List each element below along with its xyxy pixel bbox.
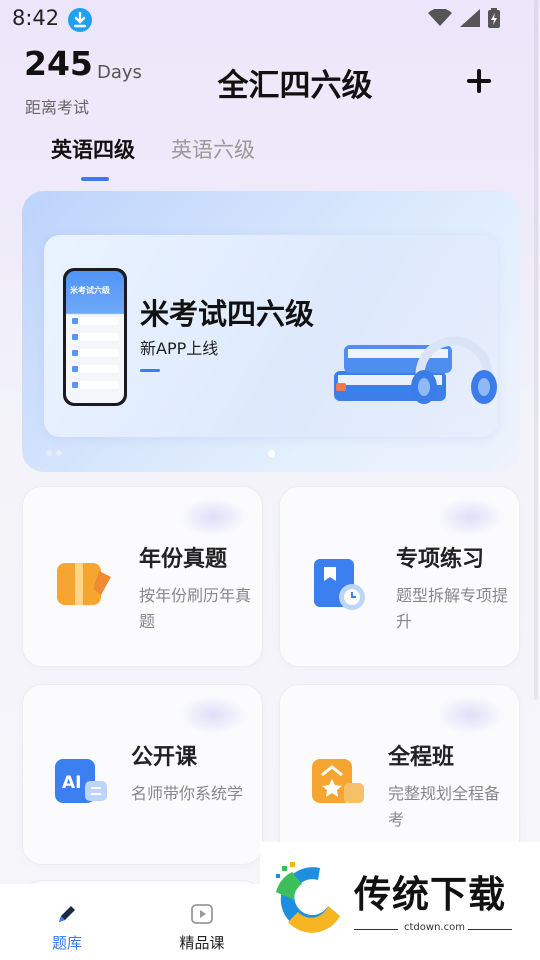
watermark: 传统下载 ctdown.com	[260, 842, 540, 940]
tab-indicator	[81, 177, 109, 181]
tab-cet6[interactable]: 英语六级	[171, 134, 255, 164]
card-full-course[interactable]: 全程班 完整规划全程备考	[279, 684, 520, 865]
countdown-label: 距离考试	[25, 98, 90, 117]
watermark-text: 传统下载	[354, 873, 506, 916]
card-desc: 完整规划全程备考	[388, 784, 501, 829]
battery-icon	[488, 8, 500, 28]
pencil-icon	[59, 906, 75, 922]
carousel-dot	[46, 450, 52, 456]
carousel-dot-active[interactable]	[268, 450, 275, 457]
card-title: 年份真题	[139, 547, 228, 572]
nav-label: 题库	[51, 934, 82, 952]
carousel-dot	[56, 450, 62, 456]
ai-course-icon: AI	[55, 759, 107, 803]
banner-subline: 新APP上线	[140, 339, 219, 358]
banner-card[interactable]: 米考试六级 米考试四六级 新APP上线	[44, 235, 498, 437]
play-icon	[191, 904, 213, 924]
promo-banner[interactable]: 米考试六级 米考试四六级 新APP上线	[22, 191, 520, 472]
scrollbar[interactable]	[534, 0, 538, 700]
watermark-url: ctdown.com	[404, 922, 465, 933]
watermark-logo-icon	[276, 862, 340, 933]
nav-item-question-bank[interactable]: 题库	[17, 884, 117, 960]
svg-text:AI: AI	[62, 773, 81, 793]
card-desc: 题型拆解专项提升	[396, 586, 509, 631]
status-bar: 8:42	[0, 0, 540, 38]
card-special-practice[interactable]: 专项练习 题型拆解专项提升	[279, 486, 520, 667]
timer-book-icon	[314, 559, 365, 610]
phone-title: 米考试六级	[70, 286, 110, 295]
add-button[interactable]	[460, 62, 498, 100]
status-time: 8:42	[12, 6, 60, 30]
card-desc: 按年份刷历年真题	[139, 586, 252, 631]
banner-accent-bar	[140, 369, 160, 372]
books-headphones-icon	[334, 336, 497, 404]
banner-headline: 米考试四六级	[140, 297, 315, 331]
watermark-divider	[354, 929, 398, 930]
download-icon	[68, 8, 92, 32]
card-title: 全程班	[388, 745, 455, 770]
wifi-icon	[428, 9, 452, 26]
days-unit: Days	[97, 62, 142, 83]
nav-label: 精品课	[179, 934, 225, 952]
card-title: 专项练习	[396, 547, 485, 572]
card-open-course[interactable]: AI 公开课 名师带你系统学	[22, 684, 263, 865]
card-title: 公开课	[131, 745, 198, 770]
nav-item-premium-courses[interactable]: 精品课	[152, 884, 252, 960]
phone-mockup-image: 米考试六级	[63, 268, 127, 406]
watermark-divider	[468, 929, 512, 930]
signal-icon	[460, 9, 480, 27]
tab-cet4[interactable]: 英语四级	[51, 134, 135, 164]
card-desc: 名师带你系统学	[131, 784, 244, 803]
book-bookmark-icon	[57, 563, 111, 605]
card-past-papers[interactable]: 年份真题 按年份刷历年真题	[22, 486, 263, 667]
star-class-icon	[312, 759, 364, 803]
page-title: 全汇四六级	[217, 68, 373, 104]
days-number: 245	[24, 44, 93, 83]
